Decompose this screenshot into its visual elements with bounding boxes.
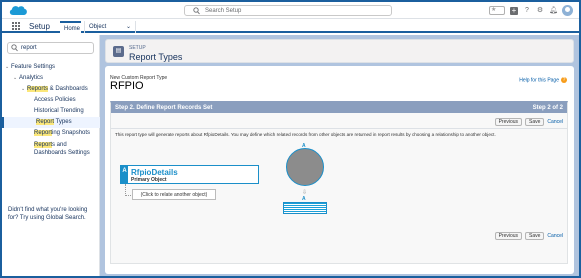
primary-object-name: RfpioDetails [131, 168, 178, 177]
tree-item-reporting-snapshots[interactable]: Reporting Snapshots [2, 128, 100, 139]
cancel-link[interactable]: Cancel [547, 233, 563, 239]
help-question-icon[interactable]: ? [523, 7, 531, 15]
relationship-connector [125, 184, 131, 196]
page-header: ▤ SETUP Report Types [105, 39, 574, 63]
step-section: Step 2. Define Report Records Set Step 2… [110, 101, 568, 264]
report-type-name: RFPIO [110, 80, 144, 92]
help-for-page-link[interactable]: Help for this Page? [519, 77, 567, 83]
records-set-diagram [283, 202, 327, 214]
save-button[interactable]: Save [525, 232, 545, 240]
save-button[interactable]: Save [525, 118, 545, 126]
help-question-icon[interactable]: ? [561, 77, 567, 83]
content-panel: New Custom Report Type RFPIO Help for th… [105, 66, 574, 274]
header-utility-icons: + ? ⚙ 🔔︎ [489, 5, 573, 16]
search-icon [193, 7, 200, 15]
divider [111, 128, 567, 129]
tree-item-feature-settings[interactable]: ⌄ Feature Settings [2, 62, 100, 73]
primary-object-box[interactable]: A RfpioDetails Primary Object [120, 165, 259, 184]
step-description: This report type will generate reports a… [115, 132, 496, 137]
search-placeholder: Search Setup [205, 8, 242, 14]
step-count: Step 2 of 2 [532, 105, 563, 111]
app-name: Setup [29, 22, 50, 31]
top-button-row: Previous Save Cancel [494, 118, 563, 126]
page-eyebrow: SETUP [129, 45, 146, 51]
global-search-input[interactable]: Search Setup [184, 5, 392, 16]
chevron-down-icon[interactable]: ⌄ [126, 21, 131, 33]
tree-item-reports-dashboards-settings[interactable]: Reports and Dashboards Settings [2, 139, 100, 159]
tree-item-access-policies[interactable]: Access Policies [2, 95, 100, 106]
arrow-down-icon: ⇩ [302, 190, 308, 196]
page-title: Report Types [129, 52, 183, 62]
salesforce-logo-icon[interactable] [8, 4, 28, 17]
tab-object-manager[interactable]: Object Manager ⌄ [84, 21, 136, 42]
object-badge: A [121, 166, 128, 183]
user-avatar[interactable] [562, 5, 573, 16]
report-types-icon: ▤ [113, 46, 124, 57]
app-launcher-icon[interactable] [12, 22, 20, 30]
app-window: Search Setup + ? ⚙ 🔔︎ Setup Home Object … [0, 0, 581, 278]
global-header: Search Setup + ? ⚙ 🔔︎ [2, 2, 579, 19]
bottom-button-row: Previous Save Cancel [494, 232, 563, 240]
main-content: ▤ SETUP Report Types New Custom Report T… [100, 35, 579, 276]
tree-item-reports-dashboards[interactable]: ⌄ Reports & Dashboards [2, 84, 100, 95]
cancel-link[interactable]: Cancel [547, 119, 563, 125]
tab-home[interactable]: Home [60, 21, 81, 33]
setup-gear-icon[interactable]: ⚙ [536, 7, 544, 15]
notifications-bell-icon[interactable]: 🔔︎ [549, 7, 558, 15]
step-header-bar: Step 2. Define Report Records Set Step 2… [111, 103, 567, 113]
relate-object-box[interactable]: (Click to relate another object) [132, 189, 216, 200]
app-navigation-bar: Setup Home Object Manager ⌄ [2, 19, 579, 42]
tree-item-analytics[interactable]: ⌄ Analytics [2, 73, 100, 84]
quick-find-value: report [21, 45, 37, 51]
sidebar-help-text: Didn't find what you're looking for? Try… [8, 207, 88, 221]
tree-item-report-types[interactable]: Report Types [2, 117, 100, 128]
primary-object-circle [286, 148, 324, 186]
tree-item-historical-trending[interactable]: Historical Trending [2, 106, 100, 117]
quick-find-input[interactable]: report [7, 42, 94, 54]
primary-object-role: Primary Object [131, 177, 167, 183]
setup-sidebar: report ⌄ Feature Settings ⌄ Analytics ⌄ Rep… [2, 35, 100, 276]
setup-tree: ⌄ Feature Settings ⌄ Analytics ⌄ Reports & … [2, 62, 100, 159]
favorites-star-icon[interactable] [489, 6, 505, 15]
previous-button[interactable]: Previous [494, 232, 523, 240]
search-icon [11, 44, 18, 52]
global-actions-plus-icon[interactable]: + [510, 6, 518, 15]
previous-button[interactable]: Previous [494, 118, 523, 126]
step-title: Step 2. Define Report Records Set [115, 105, 213, 111]
